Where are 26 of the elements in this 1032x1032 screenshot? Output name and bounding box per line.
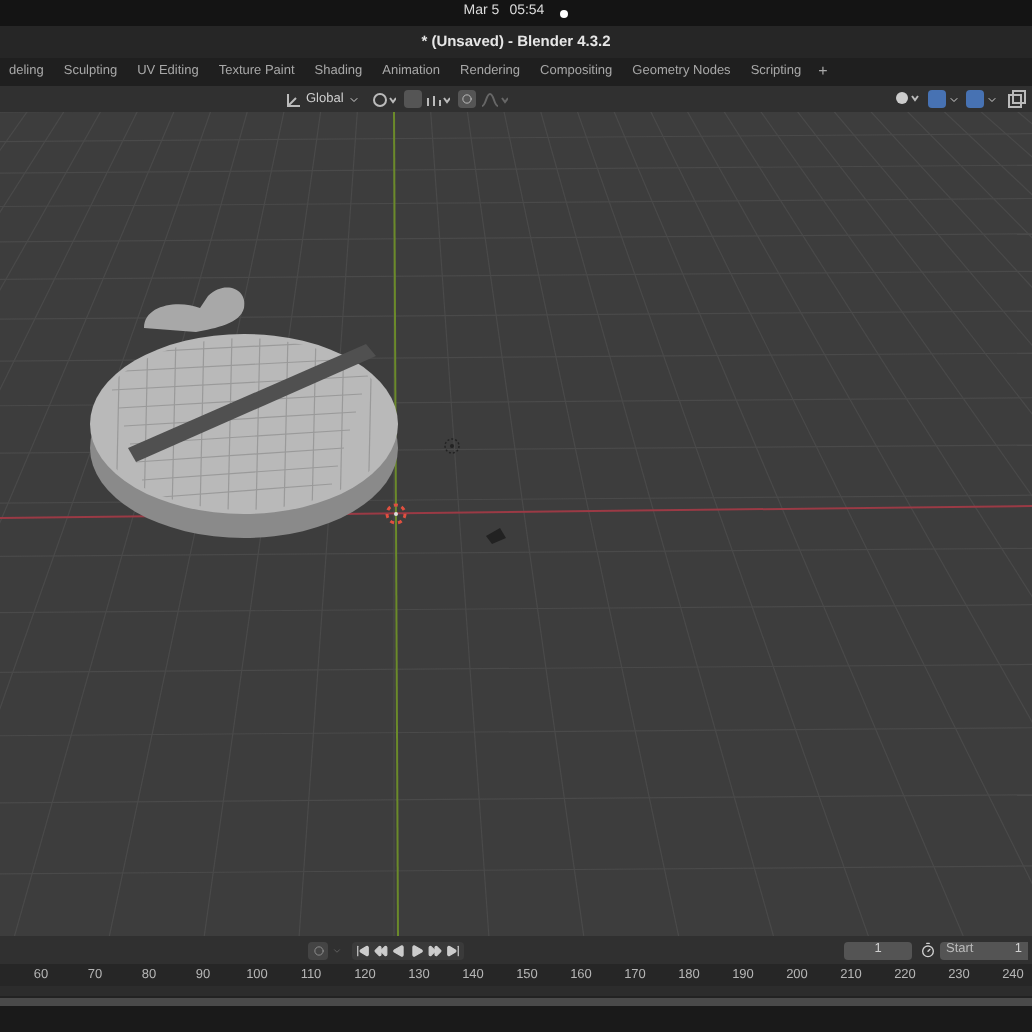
circle-icon xyxy=(313,945,323,955)
previous-keyframe-icon[interactable] xyxy=(374,943,388,957)
pivot-icon[interactable] xyxy=(371,91,396,107)
caret-icon[interactable] xyxy=(948,93,960,105)
xray-icon[interactable] xyxy=(1008,90,1026,108)
proportional-edit-toggle[interactable] xyxy=(457,90,476,108)
snap-toggle[interactable] xyxy=(403,90,422,108)
gizmo-toggle[interactable] xyxy=(928,90,946,108)
jump-end-icon[interactable] xyxy=(446,943,460,957)
caret-icon[interactable] xyxy=(986,93,998,105)
visibility-icon[interactable] xyxy=(894,90,922,108)
keying-toggle[interactable] xyxy=(308,941,328,959)
jump-start-icon[interactable] xyxy=(356,943,370,957)
3d-cursor-icon xyxy=(385,503,407,525)
caret-icon xyxy=(347,93,360,105)
circle-icon xyxy=(461,94,472,104)
snap-target-icon[interactable] xyxy=(425,91,450,107)
add-workspace-button[interactable]: + xyxy=(812,60,834,84)
play-reverse-icon[interactable] xyxy=(392,943,406,957)
axes-icon xyxy=(286,91,302,107)
light-icon xyxy=(444,438,460,454)
stopwatch-icon[interactable] xyxy=(920,942,936,958)
play-icon[interactable] xyxy=(410,943,424,957)
next-keyframe-icon[interactable] xyxy=(428,943,442,957)
overlay-toggle[interactable] xyxy=(966,90,984,108)
camera-icon xyxy=(486,528,506,544)
